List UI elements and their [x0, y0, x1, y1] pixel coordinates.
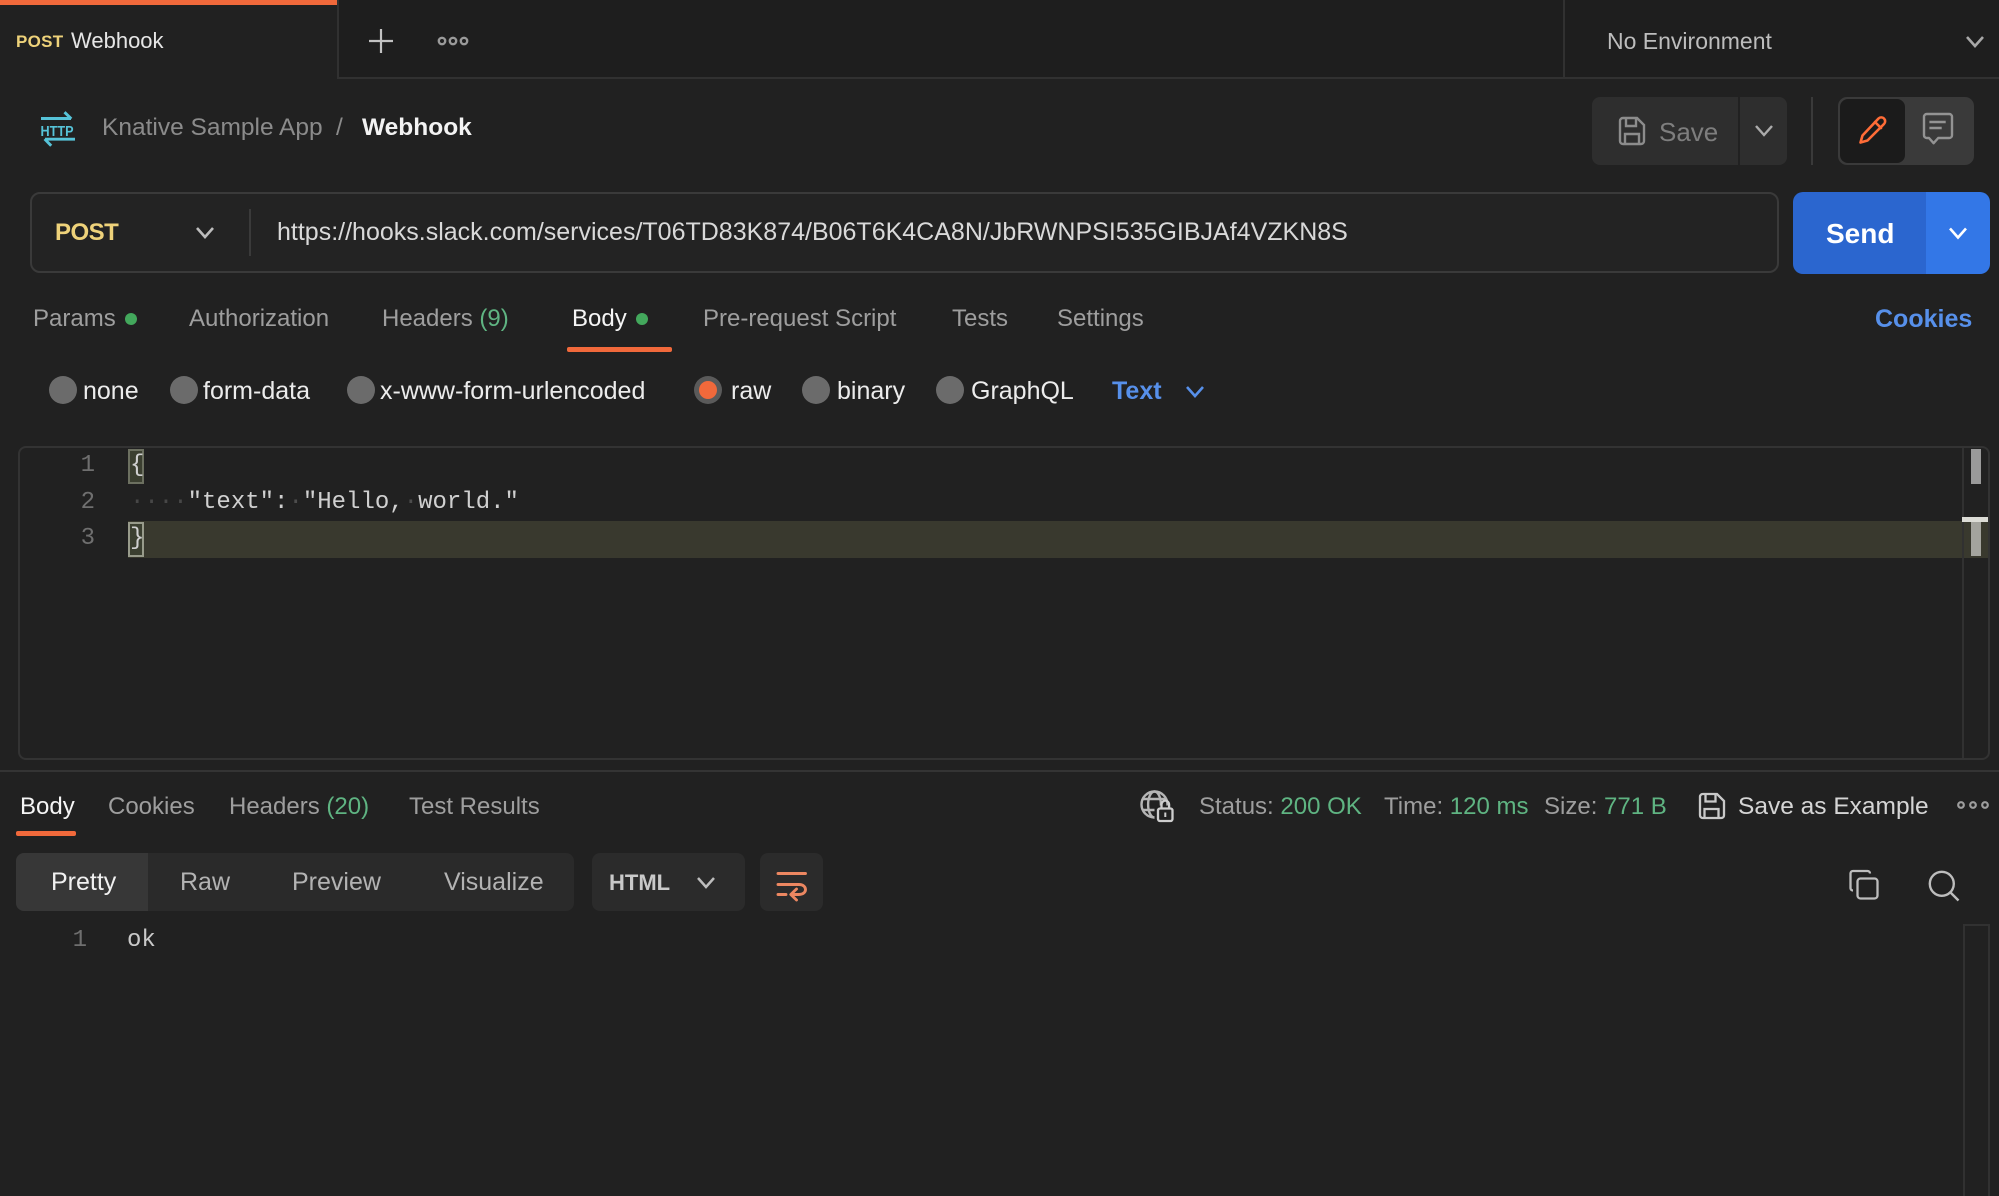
- svg-text:HTTP: HTTP: [41, 123, 74, 140]
